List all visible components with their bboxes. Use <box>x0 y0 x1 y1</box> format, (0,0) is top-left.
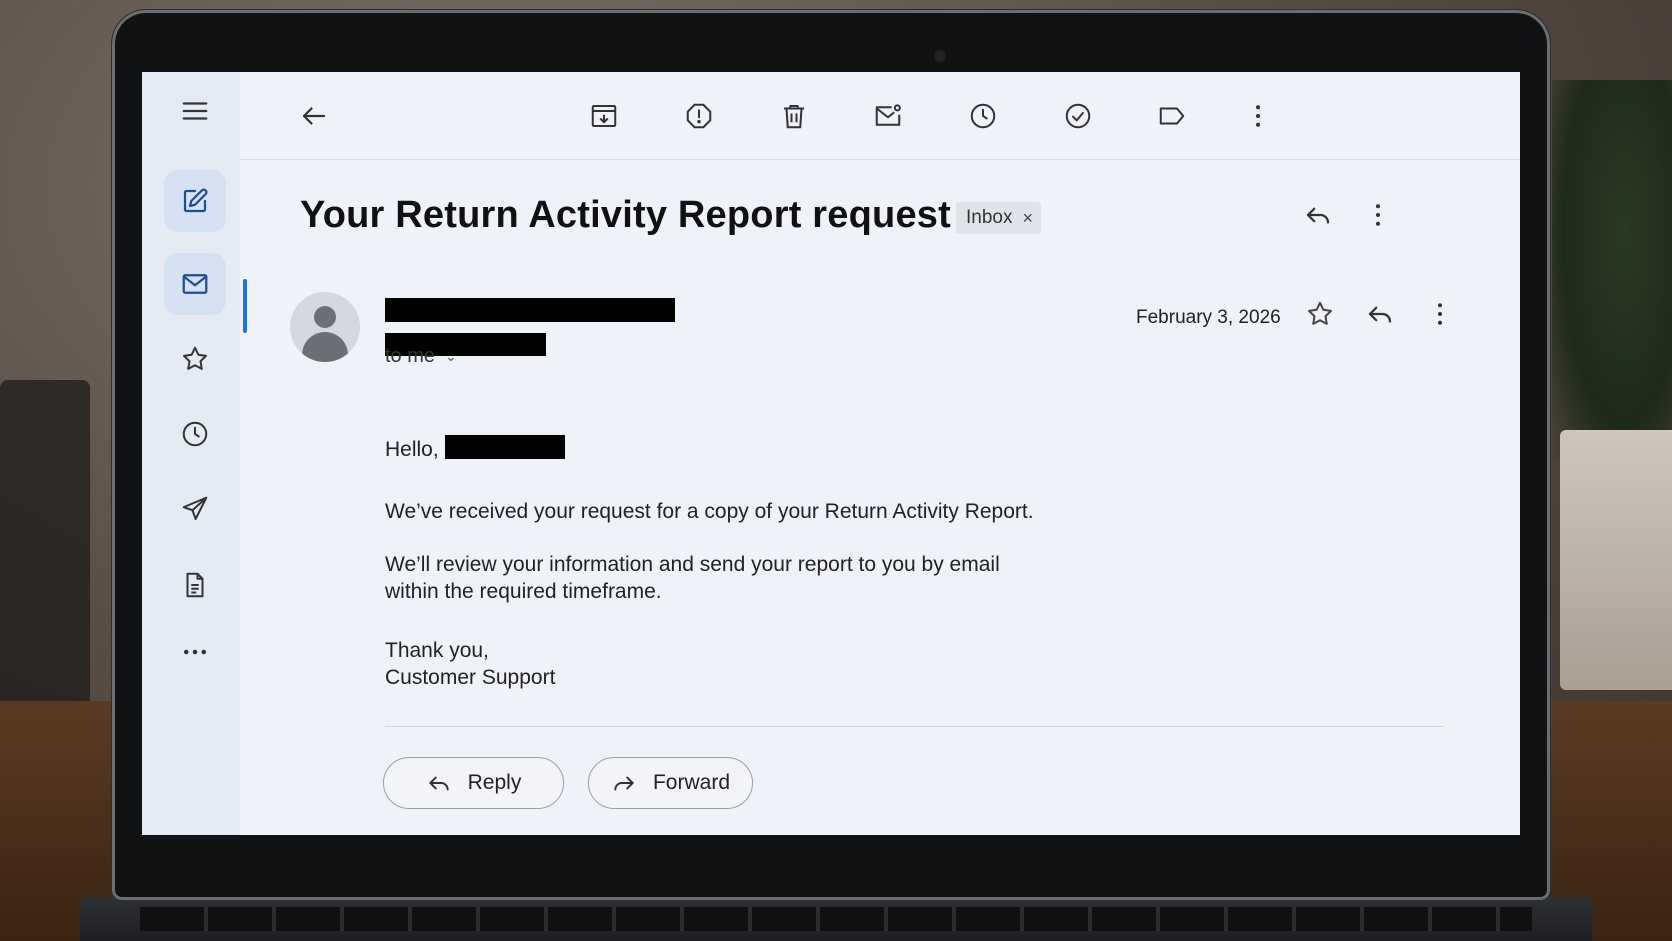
reply-button-label: Reply <box>467 771 522 794</box>
forward-button[interactable]: Forward <box>588 757 753 809</box>
add-task-icon <box>1065 103 1091 129</box>
snooze-icon <box>970 103 996 129</box>
webcam <box>934 50 946 62</box>
delete-button[interactable] <box>776 98 812 134</box>
signoff-line-2: Customer Support <box>385 666 556 689</box>
reply-all-header-button[interactable] <box>1299 196 1337 234</box>
redacted-sender-name <box>385 298 675 322</box>
mail-app-screen: Your Return Activity Report request Inbo… <box>142 72 1520 835</box>
sidebar-item-drafts[interactable] <box>164 554 226 616</box>
mark-unread-icon <box>875 104 901 126</box>
greeting-text: Hello, <box>385 438 439 461</box>
sidebar-more-button[interactable] <box>164 621 226 683</box>
sidebar-item-snoozed[interactable] <box>164 403 226 465</box>
back-button[interactable] <box>296 98 332 134</box>
background-plant <box>1552 80 1672 460</box>
report-spam-icon <box>686 103 712 129</box>
compose-button[interactable] <box>164 170 226 232</box>
forward-button-label: Forward <box>652 771 731 794</box>
reply-icon <box>1368 306 1392 323</box>
message-more-button[interactable] <box>1421 295 1459 333</box>
menu-icon <box>182 102 208 120</box>
reply-icon <box>1306 207 1330 224</box>
sidebar-item-mail[interactable] <box>164 253 226 315</box>
label-chip-text: Inbox <box>966 207 1013 228</box>
recipient-details-toggle[interactable]: to me ⌄ <box>385 345 457 368</box>
keyboard-keys <box>140 907 1532 931</box>
background-pot <box>1560 430 1672 690</box>
signoff-line-1: Thank you, <box>385 639 489 662</box>
message-toolbar <box>240 72 1520 160</box>
reply-button[interactable]: Reply <box>383 757 564 809</box>
chevron-down-icon: ⌄ <box>445 348 457 364</box>
recipient-text: to me <box>385 345 436 367</box>
add-task-button[interactable] <box>1060 98 1096 134</box>
active-indicator <box>243 279 247 333</box>
more-vert-icon <box>1438 303 1442 325</box>
body-paragraph-1: We’ve received your request for a copy o… <box>385 500 1034 523</box>
sidebar-item-starred[interactable] <box>164 328 226 390</box>
label-button[interactable] <box>1154 98 1190 134</box>
navigation-rail <box>142 72 247 835</box>
sidebar-item-sent[interactable] <box>164 478 226 540</box>
star-icon <box>183 346 207 370</box>
back-arrow-icon <box>302 107 326 125</box>
email-date: February 3, 2026 <box>1136 307 1281 328</box>
background-object <box>0 380 90 710</box>
avatar-body <box>302 332 348 362</box>
avatar-head <box>314 306 336 328</box>
label-icon <box>1159 107 1185 125</box>
snooze-button[interactable] <box>965 98 1001 134</box>
more-options-button[interactable] <box>1240 98 1276 134</box>
main-menu-button[interactable] <box>164 80 226 142</box>
more-horiz-icon <box>184 649 206 655</box>
laptop-keyboard <box>80 897 1592 941</box>
thread-more-button[interactable] <box>1359 196 1397 234</box>
reply-icon <box>428 776 449 791</box>
sender-avatar <box>290 292 360 362</box>
compose-icon <box>183 188 208 213</box>
archive-button[interactable] <box>586 98 622 134</box>
body-paragraph-2-line-1: We’ll review your information and send y… <box>385 553 1000 576</box>
forward-icon <box>614 776 634 791</box>
mark-unread-button[interactable] <box>870 98 906 134</box>
inbox-label-chip: Inbox × <box>956 202 1041 234</box>
archive-icon <box>591 105 617 127</box>
body-divider <box>385 726 1444 727</box>
delete-icon <box>784 105 804 129</box>
redacted-recipient-name <box>445 435 565 459</box>
more-vert-icon <box>1256 105 1260 127</box>
report-spam-button[interactable] <box>681 98 717 134</box>
star-icon <box>1308 301 1332 325</box>
send-icon <box>182 496 208 520</box>
greeting-line: Hello, <box>385 436 439 464</box>
mail-icon <box>182 274 208 294</box>
body-paragraph-2-line-2: within the required timeframe. <box>385 580 662 603</box>
more-vert-icon <box>1376 204 1380 226</box>
star-button[interactable] <box>1301 295 1339 333</box>
clock-icon <box>182 421 208 447</box>
email-subject: Your Return Activity Report request <box>300 194 951 236</box>
reply-button-header[interactable] <box>1361 295 1399 333</box>
remove-label-button[interactable]: × <box>1022 208 1033 229</box>
document-icon <box>186 572 204 598</box>
